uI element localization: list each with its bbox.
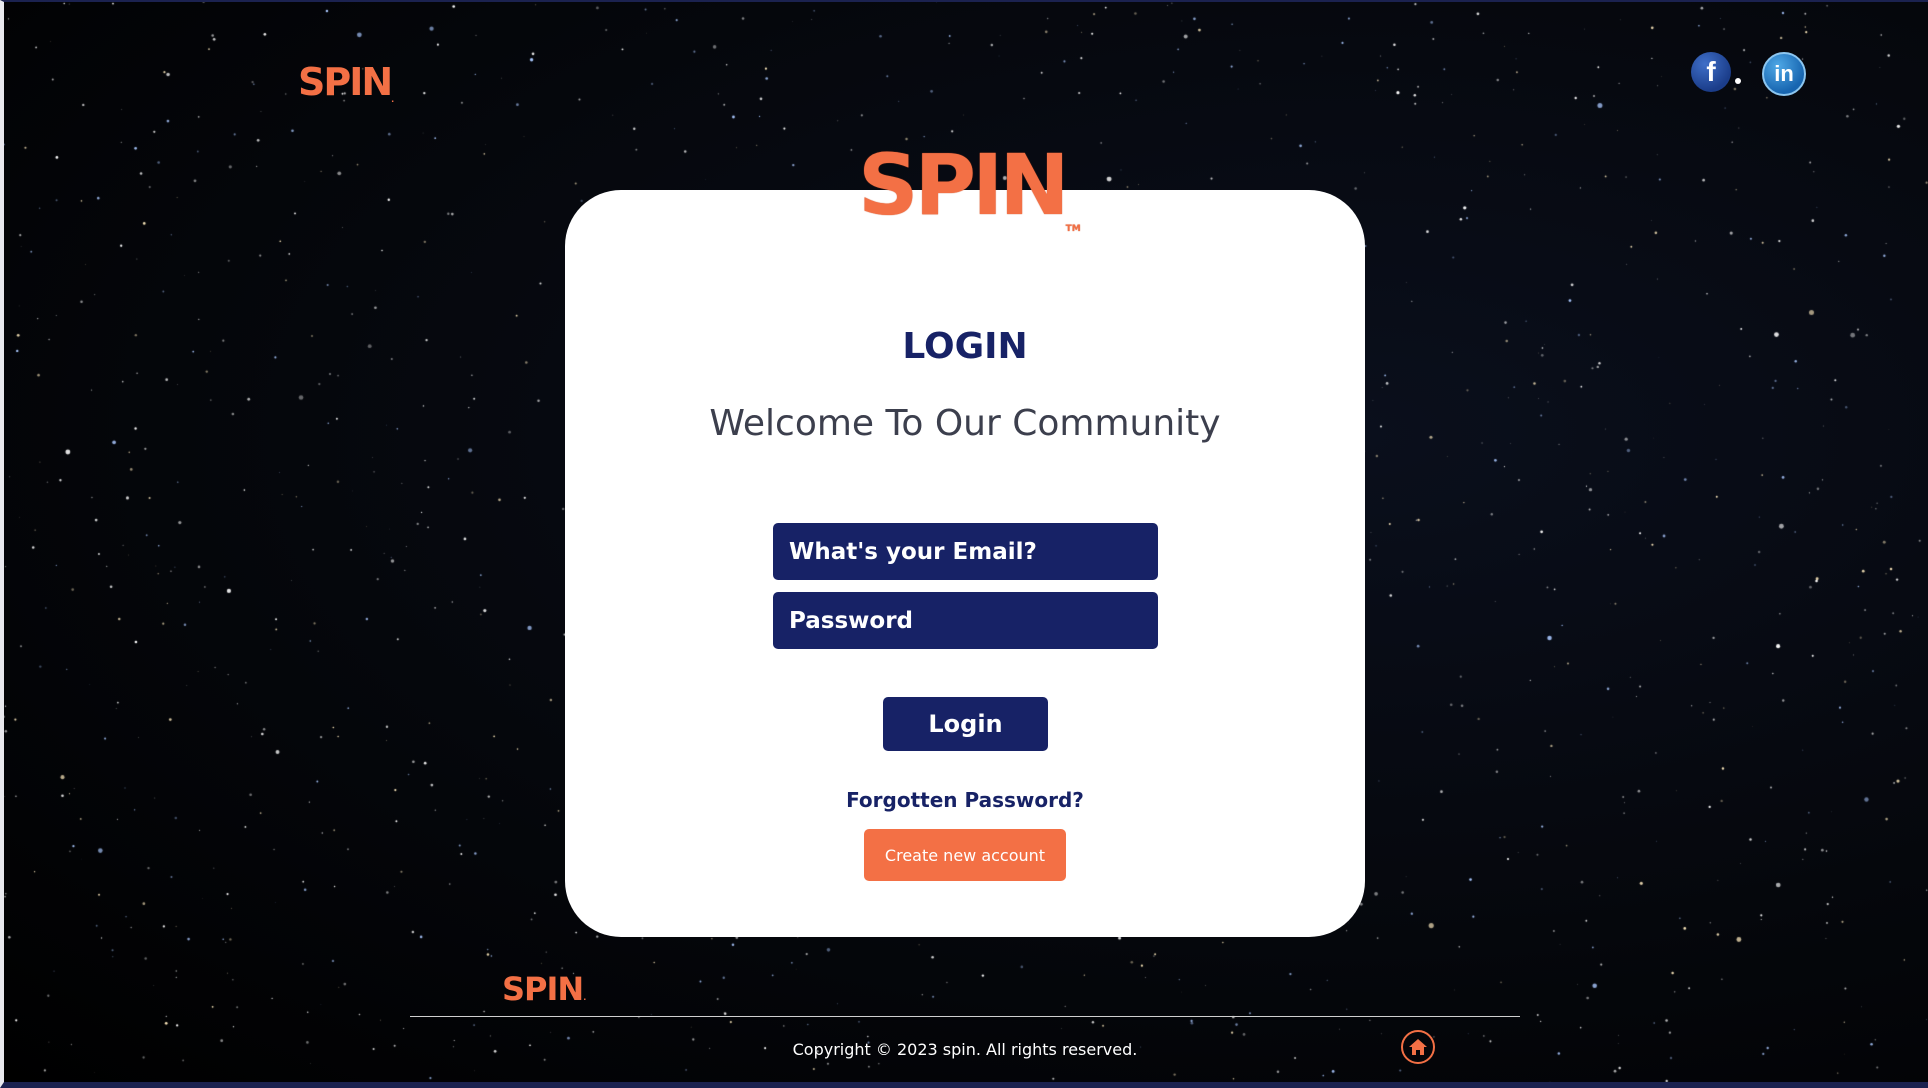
footer-divider [410,1016,1520,1017]
linkedin-glyph: in [1774,61,1794,86]
email-field[interactable] [773,523,1158,580]
create-account-button[interactable]: Create new account [864,829,1066,881]
linkedin-icon[interactable]: in [1762,52,1806,96]
copyright-text: Copyright © 2023 spin. All rights reserv… [792,1040,1138,1059]
forgotten-password-link[interactable]: Forgotten Password? [565,788,1365,812]
header-logo-text: SPIN [298,60,393,104]
header-logo[interactable]: SPIN. [298,60,394,104]
facebook-glyph: f [1706,56,1716,87]
password-field[interactable] [773,592,1158,649]
card-logo: SPINTM [858,136,1081,234]
social-separator-dot [1735,78,1741,84]
welcome-subtitle: Welcome To Our Community [709,403,1221,444]
facebook-icon[interactable]: f [1691,52,1731,92]
footer-logo-text: SPIN [502,970,584,1008]
home-glyph [1409,1039,1427,1055]
home-icon[interactable] [1401,1030,1435,1064]
login-heading: LOGIN [902,326,1028,367]
footer-logo[interactable]: SPIN. [502,970,586,1008]
login-page: SPIN. f in SPINTM LOGIN Welcome To Our C… [0,0,1928,1088]
card-logo-text: SPIN [858,136,1070,234]
login-button[interactable]: Login [883,697,1048,751]
